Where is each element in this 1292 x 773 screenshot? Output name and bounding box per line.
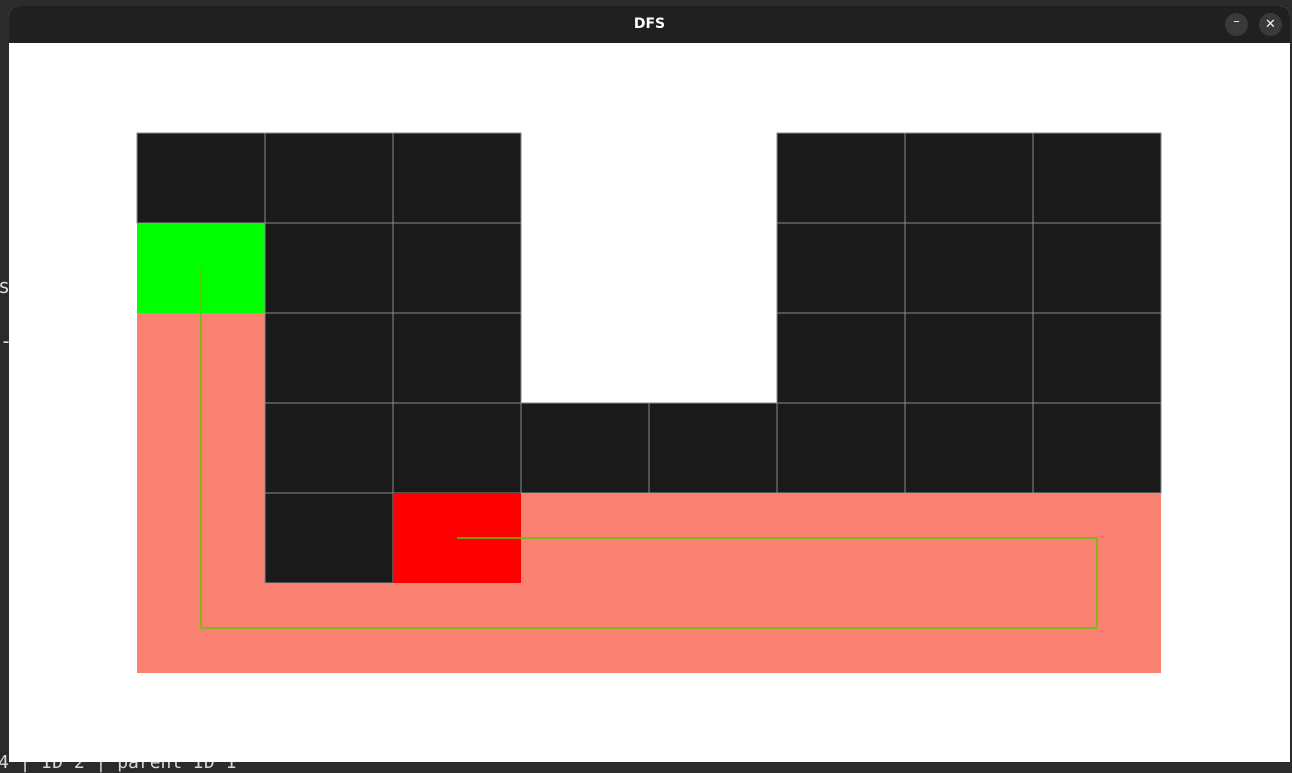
maze-canvas xyxy=(9,43,1290,762)
maze-cell-wall-r0-c7 xyxy=(1032,132,1162,224)
minimize-button[interactable]: – xyxy=(1225,13,1248,36)
maze-cell-wall-r2-c5 xyxy=(776,312,906,404)
maze-cell-wall-r3-c3 xyxy=(520,402,650,494)
maze-cell-wall-r3-c6 xyxy=(904,402,1034,494)
maze-cell-wall-r1-c2 xyxy=(392,222,522,314)
window-title: DFS xyxy=(633,16,666,32)
maze-cell-wall-r4-c1 xyxy=(264,492,394,584)
maze-cell-wall-r1-c1 xyxy=(264,222,394,314)
maze-cell-wall-r2-c6 xyxy=(904,312,1034,404)
maze-cell-wall-r0-c1 xyxy=(264,132,394,224)
maze-cell-wall-r2-c2 xyxy=(392,312,522,404)
maze-grid xyxy=(136,132,1162,673)
maze-cell-wall-r3-c1 xyxy=(264,402,394,494)
maze-cell-wall-r2-c7 xyxy=(1032,312,1162,404)
minimize-icon: – xyxy=(1233,14,1240,29)
maze-cell-wall-r0-c6 xyxy=(904,132,1034,224)
maze-cell-wall-r0-c2 xyxy=(392,132,522,224)
close-icon: ✕ xyxy=(1265,17,1276,32)
maze-cell-wall-r3-c2 xyxy=(392,402,522,494)
maze-cell-wall-r2-c1 xyxy=(264,312,394,404)
title-bar[interactable]: DFS – ✕ xyxy=(9,6,1290,43)
maze-cell-wall-r0-c5 xyxy=(776,132,906,224)
app-window: DFS – ✕ xyxy=(9,6,1290,762)
maze-cell-wall-r0-c0 xyxy=(136,132,266,224)
maze-cell-wall-r3-c5 xyxy=(776,402,906,494)
maze-cell-wall-r1-c6 xyxy=(904,222,1034,314)
close-button[interactable]: ✕ xyxy=(1259,13,1282,36)
maze-cell-wall-r3-c4 xyxy=(648,402,778,494)
maze-cell-wall-r1-c7 xyxy=(1032,222,1162,314)
maze-cell-wall-r3-c7 xyxy=(1032,402,1162,494)
maze-cell-wall-r1-c5 xyxy=(776,222,906,314)
